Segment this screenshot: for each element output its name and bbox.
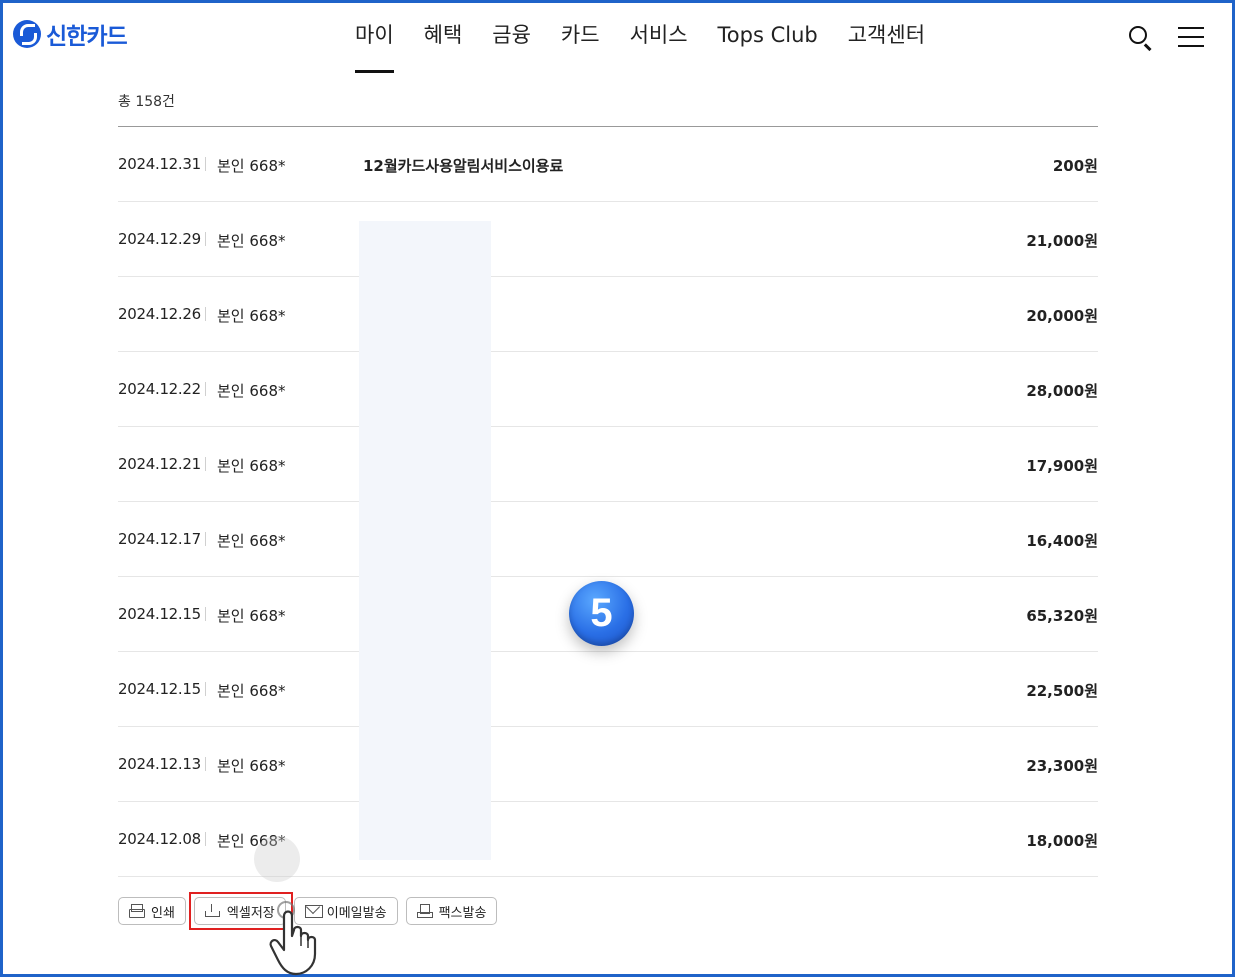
divider <box>205 832 206 846</box>
divider <box>205 532 206 546</box>
click-ripple <box>254 836 300 882</box>
card-holder: 본인 668* <box>217 682 286 700</box>
search-icon[interactable] <box>1127 24 1155 52</box>
nav-item-benefits[interactable]: 혜택 <box>424 20 463 73</box>
nav-item-tops-club[interactable]: Tops Club <box>718 20 818 73</box>
hand-cursor-icon <box>269 901 317 976</box>
transaction-date: 2024.12.13 <box>118 755 201 773</box>
divider <box>205 457 206 471</box>
total-count: 총 158건 <box>118 94 175 110</box>
card-holder: 본인 668* <box>217 232 286 250</box>
transaction-date: 2024.12.15 <box>118 605 201 623</box>
divider <box>205 232 206 246</box>
transaction-amount: 20,000원 <box>1026 307 1098 325</box>
table-row[interactable]: 2024.12.22 본인 668* 28,000원 <box>118 352 1098 427</box>
step-badge: 5 <box>569 581 634 646</box>
table-row[interactable]: 2024.12.29 본인 668* 21,000원 <box>118 202 1098 277</box>
transaction-date: 2024.12.22 <box>118 380 201 398</box>
main-nav: 마이 혜택 금융 카드 서비스 Tops Club 고객센터 <box>355 20 955 75</box>
divider <box>205 607 206 621</box>
print-label: 인쇄 <box>151 904 175 920</box>
transaction-date: 2024.12.17 <box>118 530 201 548</box>
card-holder: 본인 668* <box>217 607 286 625</box>
transaction-date: 2024.12.31 <box>118 155 201 173</box>
transaction-amount: 21,000원 <box>1026 232 1098 250</box>
table-row[interactable]: 2024.12.15 본인 668* 22,500원 <box>118 652 1098 727</box>
transaction-amount: 17,900원 <box>1026 457 1098 475</box>
transaction-date: 2024.12.08 <box>118 830 201 848</box>
transaction-date: 2024.12.21 <box>118 455 201 473</box>
table-row[interactable]: 2024.12.31 본인 668* 12월카드사용알림서비스이용료 200원 <box>118 127 1098 202</box>
nav-item-card[interactable]: 카드 <box>561 20 600 73</box>
transaction-date: 2024.12.15 <box>118 680 201 698</box>
divider <box>205 157 206 171</box>
nav-item-service[interactable]: 서비스 <box>630 20 688 73</box>
divider <box>205 682 206 696</box>
card-holder: 본인 668* <box>217 457 286 475</box>
transaction-amount: 16,400원 <box>1026 532 1098 550</box>
divider <box>205 382 206 396</box>
nav-item-customer-center[interactable]: 고객센터 <box>848 20 925 73</box>
privacy-mask <box>359 221 491 860</box>
fax-send-label: 팩스발송 <box>438 904 487 920</box>
nav-item-finance[interactable]: 금융 <box>492 20 531 73</box>
card-holder: 본인 668* <box>217 157 286 175</box>
card-holder: 본인 668* <box>217 532 286 550</box>
card-holder: 본인 668* <box>217 382 286 400</box>
transaction-date: 2024.12.26 <box>118 305 201 323</box>
shinhan-logo-icon <box>13 20 41 48</box>
fax-send-button[interactable]: 팩스발송 <box>405 897 498 925</box>
transaction-list: 2024.12.31 본인 668* 12월카드사용알림서비스이용료 200원 … <box>118 127 1098 877</box>
print-button[interactable]: 인쇄 <box>118 897 186 925</box>
card-holder: 본인 668* <box>217 757 286 775</box>
printer-icon <box>129 904 145 918</box>
divider <box>205 757 206 771</box>
divider <box>205 307 206 321</box>
table-row[interactable]: 2024.12.26 본인 668* 20,000원 <box>118 277 1098 352</box>
table-row[interactable]: 2024.12.13 본인 668* 23,300원 <box>118 727 1098 802</box>
transaction-amount: 22,500원 <box>1026 682 1098 700</box>
transaction-amount: 23,300원 <box>1026 757 1098 775</box>
table-row[interactable]: 2024.12.21 본인 668* 17,900원 <box>118 427 1098 502</box>
merchant-name: 12월카드사용알림서비스이용료 <box>363 157 564 175</box>
transaction-amount: 65,320원 <box>1026 607 1098 625</box>
brand-name: 신한카드 <box>46 24 128 50</box>
brand-logo[interactable]: 신한카드 <box>13 19 128 50</box>
card-holder: 본인 668* <box>217 307 286 325</box>
transaction-amount: 200원 <box>1052 157 1098 175</box>
transaction-amount: 28,000원 <box>1026 382 1098 400</box>
nav-item-my[interactable]: 마이 <box>355 20 394 73</box>
menu-icon[interactable] <box>1178 27 1204 47</box>
fax-icon <box>416 904 433 918</box>
table-row[interactable]: 2024.12.17 본인 668* 16,400원 <box>118 502 1098 577</box>
transaction-date: 2024.12.29 <box>118 230 201 248</box>
transaction-amount: 18,000원 <box>1026 832 1098 850</box>
